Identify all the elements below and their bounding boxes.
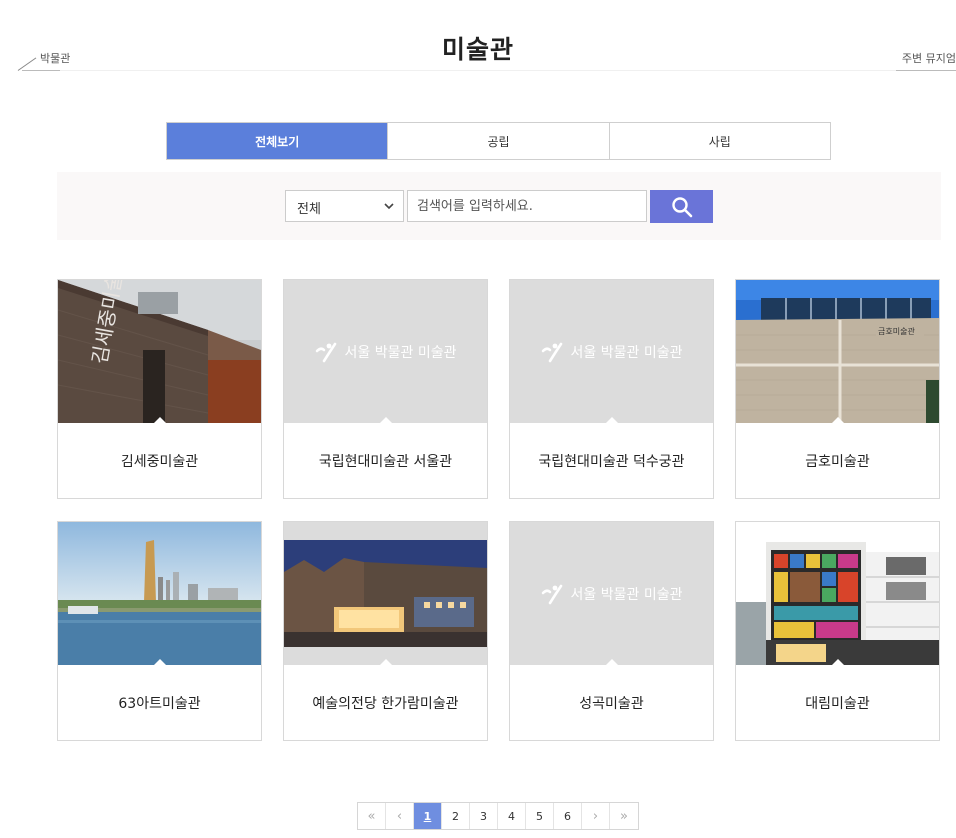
page-button-5[interactable]: 5 bbox=[526, 803, 554, 829]
prev-page-button[interactable]: ‹ bbox=[386, 803, 414, 829]
next-category-label[interactable]: 주변 뮤지엄 bbox=[902, 50, 956, 66]
page-header: 박물관 미술관 주변 뮤지엄 bbox=[0, 0, 956, 72]
museum-photo bbox=[736, 522, 939, 665]
seoul-logo-icon bbox=[541, 584, 562, 604]
placeholder-logo-text: 서울 박물관 미술관 bbox=[570, 586, 683, 603]
category-tabs: 전체보기 공립 사립 bbox=[166, 122, 831, 160]
museum-card[interactable]: 금호미술관 금호미술관 bbox=[735, 279, 940, 499]
museum-card[interactable]: 서울 박물관 미술관 성곡미술관 bbox=[509, 521, 714, 741]
page-button-1[interactable]: 1 bbox=[414, 803, 442, 829]
page-button-6[interactable]: 6 bbox=[554, 803, 582, 829]
next-page-button[interactable]: › bbox=[582, 803, 610, 829]
museum-card[interactable]: 대림미술관 bbox=[735, 521, 940, 741]
placeholder-image: 서울 박물관 미술관 bbox=[284, 280, 487, 423]
tab-private[interactable]: 사립 bbox=[609, 123, 830, 159]
page-title: 미술관 bbox=[441, 35, 514, 64]
header-divider bbox=[60, 70, 896, 71]
page-button-4[interactable]: 4 bbox=[498, 803, 526, 829]
museum-name[interactable]: 예술의전당 한가람미술관 bbox=[284, 665, 487, 741]
next-link-underline bbox=[896, 70, 956, 71]
museum-name[interactable]: 국립현대미술관 덕수궁관 bbox=[510, 423, 713, 499]
search-input[interactable] bbox=[407, 190, 647, 222]
museum-name[interactable]: 성곡미술관 bbox=[510, 665, 713, 741]
seoul-logo-icon bbox=[541, 342, 562, 362]
search-button[interactable] bbox=[650, 190, 713, 223]
first-page-button[interactable]: « bbox=[358, 803, 386, 829]
last-page-button[interactable]: » bbox=[610, 803, 638, 829]
chevron-down-icon bbox=[384, 203, 394, 210]
museum-name[interactable]: 국립현대미술관 서울관 bbox=[284, 423, 487, 499]
pagination: « ‹ 1 2 3 4 5 6 › » bbox=[357, 802, 639, 830]
museum-name[interactable]: 대림미술관 bbox=[736, 665, 939, 741]
museum-photo: 김세중미술관 bbox=[58, 280, 261, 423]
seoul-logo-icon bbox=[315, 342, 336, 362]
tab-public[interactable]: 공립 bbox=[388, 123, 610, 159]
category-select-value: 전체 bbox=[297, 202, 321, 217]
next-category-link[interactable]: 주변 뮤지엄 bbox=[896, 50, 956, 72]
museum-name[interactable]: 김세중미술관 bbox=[58, 423, 261, 499]
museum-photo bbox=[284, 522, 487, 665]
placeholder-logo-text: 서울 박물관 미술관 bbox=[344, 344, 457, 361]
museum-name[interactable]: 금호미술관 bbox=[736, 423, 939, 499]
svg-text:금호미술관: 금호미술관 bbox=[878, 326, 915, 336]
museum-card[interactable]: 63아트미술관 bbox=[57, 521, 262, 741]
search-icon bbox=[671, 196, 692, 217]
museum-card[interactable]: 김세중미술관 김세중미술관 bbox=[57, 279, 262, 499]
museum-card[interactable]: 예술의전당 한가람미술관 bbox=[283, 521, 488, 741]
search-bar: 전체 bbox=[57, 172, 941, 240]
placeholder-logo-text: 서울 박물관 미술관 bbox=[570, 344, 683, 361]
museum-photo: 금호미술관 bbox=[736, 280, 939, 423]
museum-card[interactable]: 서울 박물관 미술관 국립현대미술관 덕수궁관 bbox=[509, 279, 714, 499]
placeholder-image: 서울 박물관 미술관 bbox=[510, 280, 713, 423]
placeholder-image: 서울 박물관 미술관 bbox=[510, 522, 713, 665]
tab-all[interactable]: 전체보기 bbox=[167, 123, 389, 159]
page-button-3[interactable]: 3 bbox=[470, 803, 498, 829]
museum-card[interactable]: 서울 박물관 미술관 국립현대미술관 서울관 bbox=[283, 279, 488, 499]
museum-photo bbox=[58, 522, 261, 665]
category-select[interactable]: 전체 bbox=[285, 190, 404, 222]
page-button-2[interactable]: 2 bbox=[442, 803, 470, 829]
museum-name[interactable]: 63아트미술관 bbox=[58, 665, 261, 741]
